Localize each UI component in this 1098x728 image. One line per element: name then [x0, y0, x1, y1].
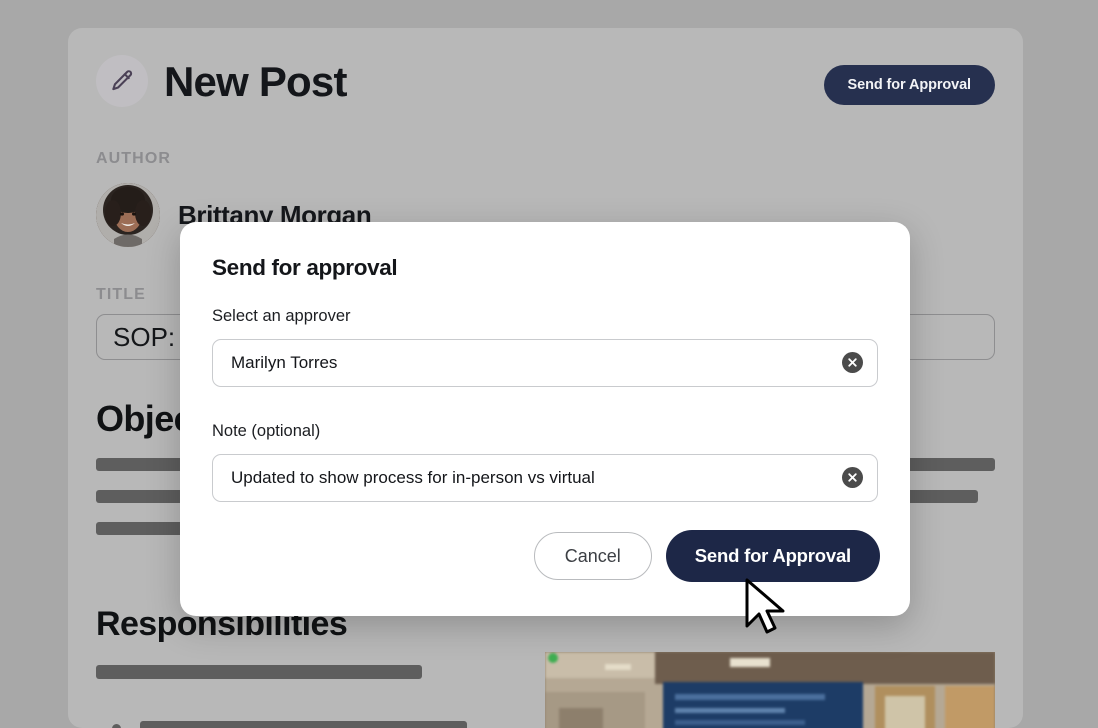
cancel-button[interactable]: Cancel — [533, 532, 652, 580]
header-send-for-approval-button[interactable]: Send for Approval — [823, 65, 995, 105]
skeleton-bar — [896, 458, 995, 471]
approver-label: Select an approver — [212, 307, 351, 325]
page-title: New Post — [164, 58, 347, 105]
list-bullet — [112, 724, 121, 728]
dialog-actions: Cancel Send for Approval — [533, 530, 880, 582]
note-input[interactable]: Updated to show process for in-person vs… — [212, 454, 878, 502]
editor-header: New Post Send for Approval — [96, 55, 995, 113]
send-for-approval-button[interactable]: Send for Approval — [665, 530, 880, 582]
skeleton-bar — [96, 665, 422, 679]
clear-circle-icon[interactable] — [842, 467, 863, 488]
pencil-icon — [96, 55, 148, 107]
embedded-photo — [545, 652, 995, 728]
author-label: AUTHOR — [96, 150, 172, 167]
title-label: TITLE — [96, 286, 146, 303]
send-for-approval-dialog: Send for approval Select an approver Mar… — [180, 222, 910, 616]
dialog-title: Send for approval — [212, 255, 398, 280]
approver-input-value: Marilyn Torres — [231, 353, 338, 372]
avatar — [96, 183, 160, 247]
approver-input[interactable]: Marilyn Torres — [212, 339, 878, 387]
skeleton-bar — [140, 721, 467, 728]
note-label: Note (optional) — [212, 422, 321, 440]
clear-circle-icon[interactable] — [842, 352, 863, 373]
note-input-value: Updated to show process for in-person vs… — [231, 468, 595, 487]
